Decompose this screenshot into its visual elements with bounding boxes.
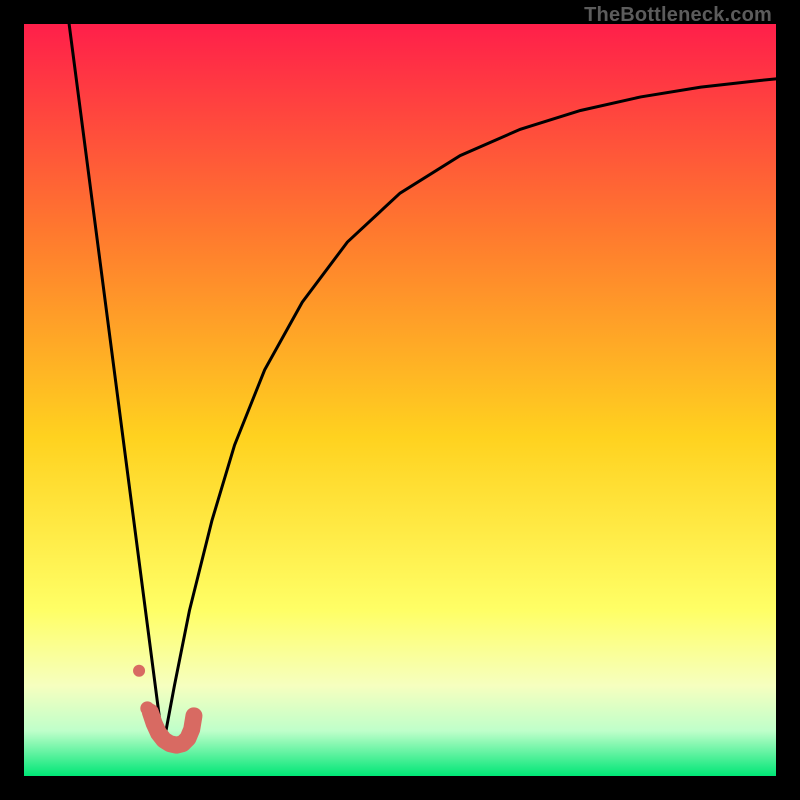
chart-svg xyxy=(24,24,776,776)
gradient-background xyxy=(24,24,776,776)
chart-frame: TheBottleneck.com xyxy=(0,0,800,800)
marker-dot xyxy=(133,665,145,677)
bottleneck-chart xyxy=(24,24,776,776)
